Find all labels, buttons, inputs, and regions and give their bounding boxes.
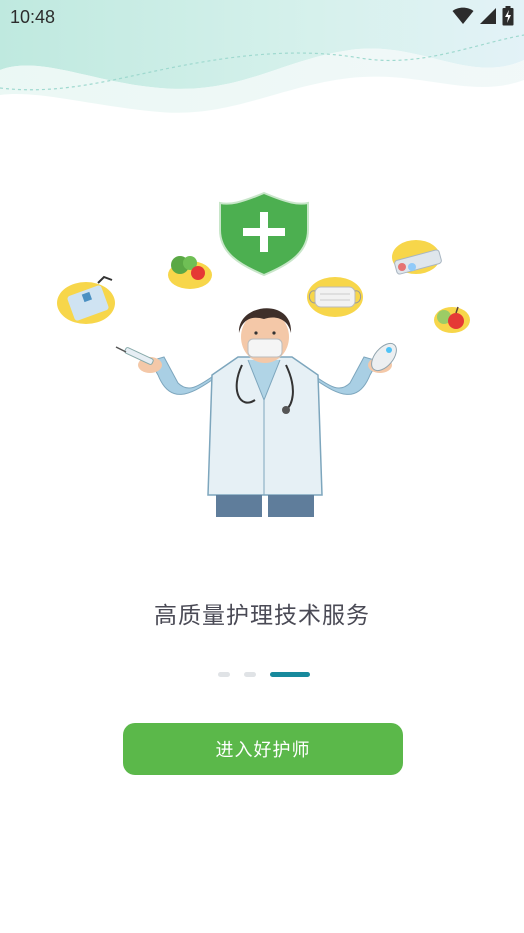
page-dot-2[interactable] bbox=[244, 672, 256, 677]
shield-plus-icon bbox=[219, 191, 309, 277]
doctor-illustration bbox=[57, 191, 470, 517]
syringe-icon bbox=[115, 346, 154, 365]
face-mask-icon bbox=[307, 277, 363, 317]
page-indicator bbox=[0, 672, 524, 680]
page-dot-1[interactable] bbox=[218, 672, 230, 677]
onboarding-screen: 10:48 高质量护理技术服务 进入好护师 bbox=[0, 0, 524, 933]
status-time: 10:48 bbox=[10, 7, 56, 27]
status-bar: 10:48 bbox=[0, 0, 524, 36]
page-dot-3-active[interactable] bbox=[270, 672, 310, 677]
hand-sanitizer-icon bbox=[57, 275, 115, 324]
enter-app-button[interactable]: 进入好护师 bbox=[123, 723, 403, 775]
battery-charging-icon bbox=[502, 6, 514, 26]
status-icons bbox=[452, 6, 514, 26]
pills-icon bbox=[392, 240, 442, 275]
onboarding-slogan: 高质量护理技术服务 bbox=[154, 603, 370, 629]
vegetables-icon bbox=[168, 256, 212, 289]
doctor-figure bbox=[115, 308, 397, 517]
apple-icon bbox=[434, 306, 470, 333]
cellular-signal-icon bbox=[479, 7, 497, 25]
wifi-icon bbox=[452, 7, 474, 25]
